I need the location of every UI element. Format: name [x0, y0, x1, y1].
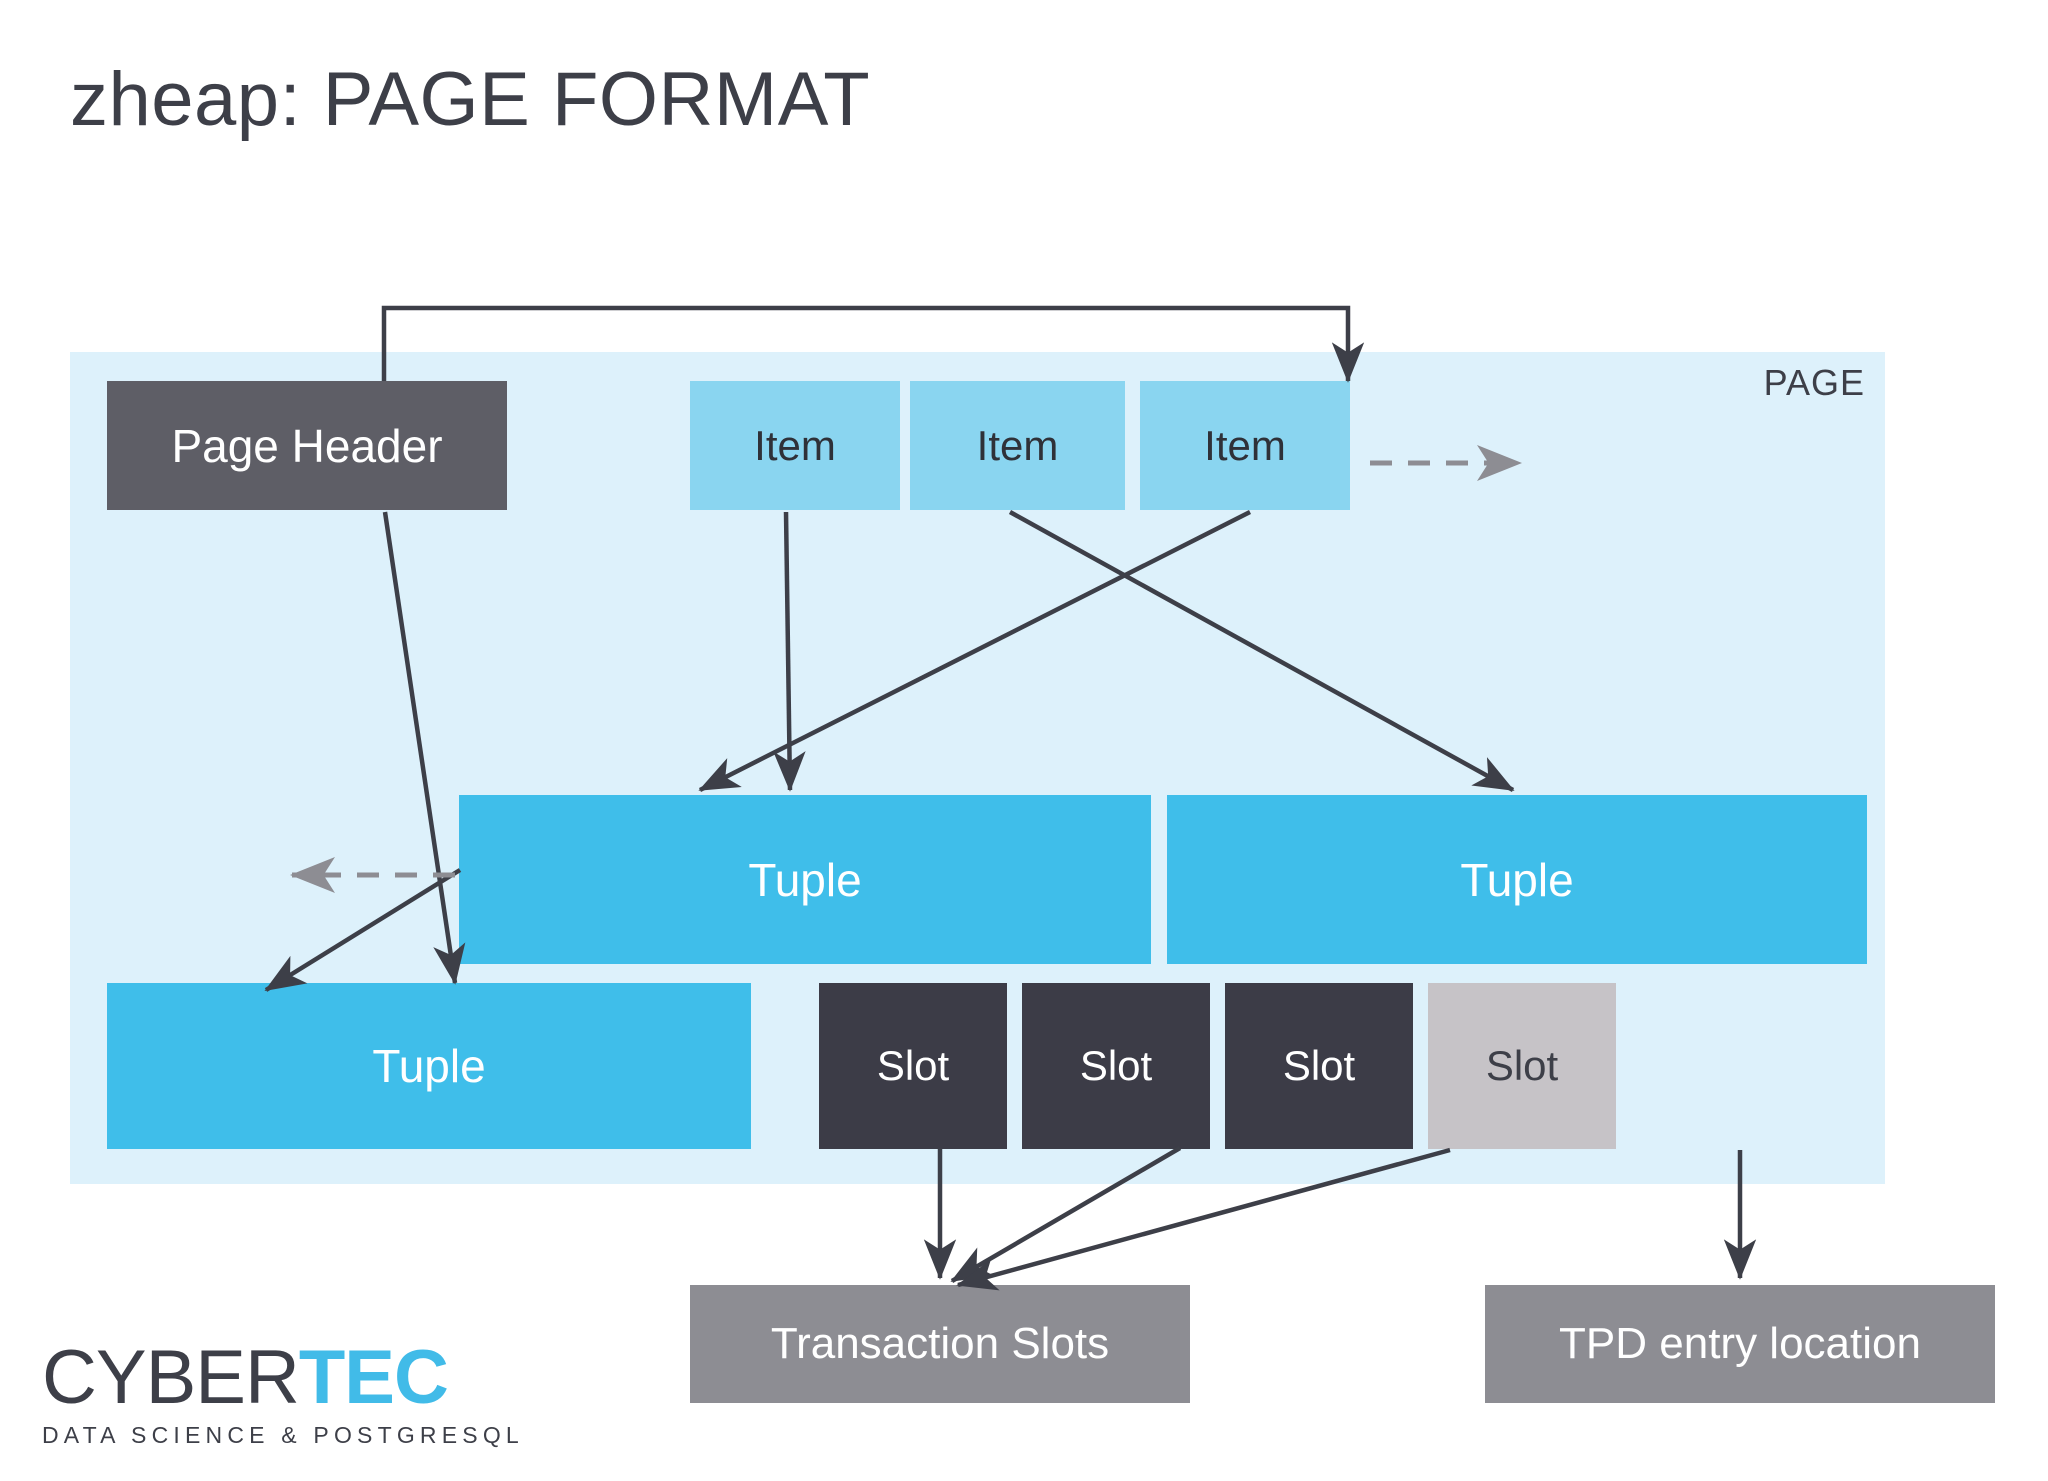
block-item-2[interactable]: Item: [910, 381, 1125, 510]
caption-transaction-slots[interactable]: Transaction Slots: [690, 1285, 1190, 1403]
cybertec-logo: CYBERTEC DATA SCIENCE & POSTGRESQL: [42, 1340, 524, 1449]
page-container: PAGE Page Header Item Item Item Tuple Tu…: [70, 352, 1885, 1184]
block-slot-4-label: Slot: [1485, 1042, 1559, 1089]
block-page-header[interactable]: Page Header: [107, 381, 507, 510]
block-item-1-label: Item: [754, 421, 836, 469]
block-slot-2[interactable]: Slot: [1022, 983, 1210, 1149]
block-tuple-2-label: Tuple: [1460, 853, 1574, 906]
page-label: PAGE: [1763, 362, 1865, 403]
block-page-header-label: Page Header: [171, 419, 443, 472]
block-tuple-1[interactable]: Tuple: [459, 795, 1151, 964]
block-slot-4[interactable]: Slot: [1428, 983, 1616, 1149]
block-item-1[interactable]: Item: [690, 381, 900, 510]
block-item-3-label: Item: [1204, 421, 1286, 469]
logo-wordmark: CYBERTEC: [42, 1340, 512, 1416]
block-tuple-3[interactable]: Tuple: [107, 983, 751, 1149]
block-tuple-1-label: Tuple: [748, 853, 862, 906]
block-slot-1-label: Slot: [876, 1042, 950, 1089]
block-tuple-3-label: Tuple: [372, 1040, 486, 1092]
page-title: zheap: PAGE FORMAT: [70, 58, 870, 142]
block-slot-3-label: Slot: [1282, 1042, 1356, 1089]
block-slot-1[interactable]: Slot: [819, 983, 1007, 1149]
caption-tpd-entry-location-label: TPD entry location: [1559, 1319, 1921, 1368]
block-slot-3[interactable]: Slot: [1225, 983, 1413, 1149]
caption-tpd-entry-location[interactable]: TPD entry location: [1485, 1285, 1995, 1403]
block-slot-2-label: Slot: [1079, 1042, 1153, 1089]
logo-word-accent: TEC: [298, 1335, 449, 1420]
logo-word-primary: CYBER: [42, 1335, 300, 1420]
block-item-2-label: Item: [976, 421, 1059, 469]
logo-tagline: DATA SCIENCE & POSTGRESQL: [42, 1422, 524, 1448]
caption-transaction-slots-label: Transaction Slots: [770, 1319, 1110, 1368]
block-tuple-2[interactable]: Tuple: [1167, 795, 1867, 964]
block-item-3[interactable]: Item: [1140, 381, 1350, 510]
page-title-text: zheap: PAGE FORMAT: [70, 57, 871, 142]
